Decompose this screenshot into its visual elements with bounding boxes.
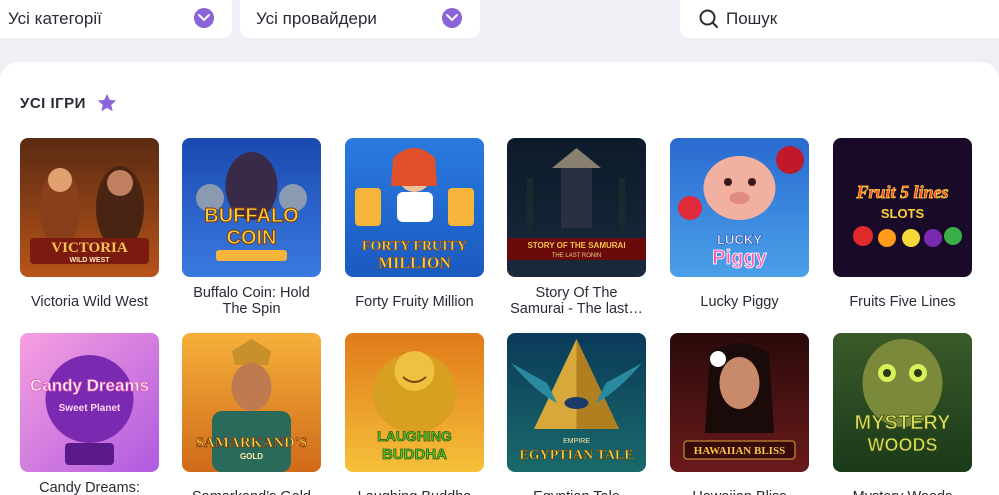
- game-card[interactable]: LAUGHING BUDDHA Laughing Buddha: [345, 333, 484, 495]
- categories-label: Усі категорії: [8, 9, 102, 28]
- game-card[interactable]: MYSTERY WOODS Mystery Woods: [833, 333, 972, 495]
- game-logo-text: Fruit 5 lines: [855, 182, 948, 202]
- game-title[interactable]: Samarkand’s Gold: [182, 480, 321, 495]
- game-logo-text: EGYPTIAN TALE: [519, 448, 633, 463]
- game-thumbnail[interactable]: VICTORIA WILD WEST: [20, 138, 159, 277]
- game-thumbnail[interactable]: Candy Dreams Sweet Planet: [20, 333, 159, 472]
- game-logo-subtext: THE LAST RONIN: [552, 253, 602, 259]
- search-icon: [698, 8, 720, 30]
- game-title[interactable]: Lucky Piggy: [670, 285, 809, 319]
- star-icon: [97, 93, 117, 112]
- game-logo-subtext: MILLION: [378, 255, 451, 272]
- section-header: УСІ ІГРИ: [20, 92, 118, 114]
- game-thumbnail[interactable]: FORTY FRUITY MILLION: [345, 138, 484, 277]
- game-thumbnail[interactable]: HAWAIIAN BLISS: [670, 333, 809, 472]
- providers-label: Усі провайдери: [256, 9, 377, 28]
- game-logo-text: VICTORIA: [51, 240, 128, 256]
- game-logo-text: HAWAIIAN BLISS: [694, 445, 785, 457]
- game-logo-subtext: WOODS: [868, 435, 938, 455]
- game-thumbnail[interactable]: LUCKY Piggy: [670, 138, 809, 277]
- game-thumbnail[interactable]: EMPIRE EGYPTIAN TALE: [507, 333, 646, 472]
- game-title[interactable]: Forty Fruity Million: [345, 285, 484, 319]
- game-card[interactable]: BUFFALO COIN Buffalo Coin: Hold The Spin: [182, 138, 321, 319]
- game-logo-subtext: EMPIRE: [563, 438, 590, 445]
- categories-dropdown[interactable]: Усі категорії: [0, 0, 232, 38]
- game-title[interactable]: Buffalo Coin: Hold The Spin: [182, 285, 321, 319]
- game-thumbnail[interactable]: BUFFALO COIN: [182, 138, 321, 277]
- game-thumbnail[interactable]: SAMARKAND'S GOLD: [182, 333, 321, 472]
- search-input[interactable]: [726, 9, 966, 29]
- game-title[interactable]: Laughing Buddha: [345, 480, 484, 495]
- game-title[interactable]: Story Of The Samurai - The last…: [507, 285, 646, 319]
- chevron-down-icon: [194, 8, 214, 28]
- game-card[interactable]: Fruit 5 lines SLOTS Fruits Five Lines: [833, 138, 972, 319]
- game-logo-text: SAMARKAND'S: [196, 435, 308, 451]
- game-thumbnail[interactable]: MYSTERY WOODS: [833, 333, 972, 472]
- game-thumbnail[interactable]: Fruit 5 lines SLOTS: [833, 138, 972, 277]
- game-card[interactable]: FORTY FRUITY MILLION Forty Fruity Millio…: [345, 138, 484, 319]
- game-title[interactable]: Victoria Wild West: [20, 285, 159, 319]
- game-title[interactable]: Egyptian Tale: [507, 480, 646, 495]
- game-thumbnail[interactable]: STORY OF THE SAMURAI THE LAST RONIN: [507, 138, 646, 277]
- game-logo-subtext: Piggy: [712, 247, 767, 269]
- game-card[interactable]: LUCKY Piggy Lucky Piggy: [670, 138, 809, 319]
- game-card[interactable]: HAWAIIAN BLISS Hawaiian Bliss: [670, 333, 809, 495]
- game-logo-text: LAUGHING: [377, 428, 452, 444]
- game-logo-subtext: BUDDHA: [382, 446, 447, 463]
- game-logo-text: STORY OF THE SAMURAI: [527, 241, 625, 250]
- game-title[interactable]: Candy Dreams: Sweet Planet: [20, 480, 159, 495]
- game-logo-subtext: SLOTS: [881, 206, 925, 221]
- providers-dropdown[interactable]: Усі провайдери: [240, 0, 480, 38]
- game-logo-subtext: WILD WEST: [69, 257, 110, 264]
- game-logo-text: Candy Dreams: [30, 376, 149, 395]
- game-card[interactable]: EMPIRE EGYPTIAN TALE Egyptian Tale: [507, 333, 646, 495]
- game-card[interactable]: Candy Dreams Sweet Planet Candy Dreams: …: [20, 333, 159, 495]
- chevron-down-icon: [442, 8, 462, 28]
- game-logo-text: MYSTERY: [855, 412, 952, 434]
- games-panel: УСІ ІГРИ VICTORIA WILD WEST Victoria Wil…: [0, 62, 999, 495]
- section-title: УСІ ІГРИ: [20, 94, 86, 112]
- game-card[interactable]: VICTORIA WILD WEST Victoria Wild West: [20, 138, 159, 319]
- game-title[interactable]: Mystery Woods: [833, 480, 972, 495]
- game-card[interactable]: SAMARKAND'S GOLD Samarkand’s Gold: [182, 333, 321, 495]
- game-logo-subtext: GOLD: [240, 452, 263, 461]
- game-card[interactable]: STORY OF THE SAMURAI THE LAST RONIN Stor…: [507, 138, 646, 319]
- game-title[interactable]: Fruits Five Lines: [833, 285, 972, 319]
- game-thumbnail[interactable]: LAUGHING BUDDHA: [345, 333, 484, 472]
- game-title[interactable]: Hawaiian Bliss: [670, 480, 809, 495]
- game-logo-text: LUCKY: [717, 232, 762, 247]
- game-logo-text: BUFFALO: [204, 205, 298, 227]
- game-logo-text: FORTY FRUITY: [362, 239, 467, 254]
- game-logo-subtext: COIN: [227, 227, 277, 249]
- game-logo-subtext: Sweet Planet: [59, 403, 121, 414]
- search-box: [680, 0, 999, 38]
